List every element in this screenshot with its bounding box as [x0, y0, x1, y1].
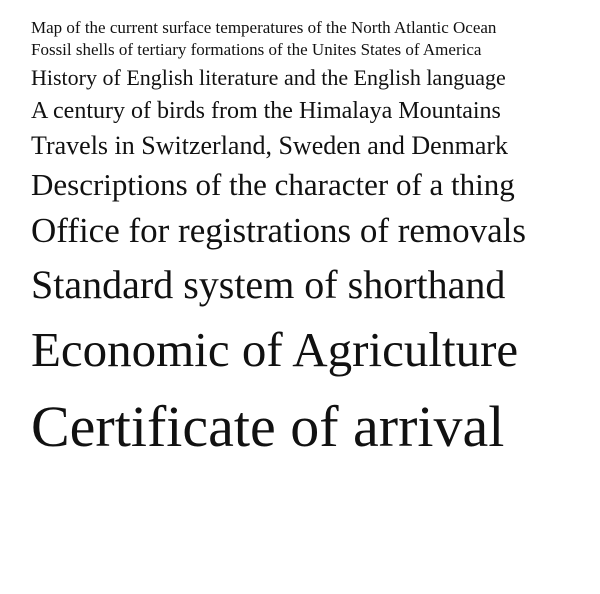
specimen-line: Map of the current surface temperatures … [31, 18, 497, 37]
specimen-line: A century of birds from the Himalaya Mou… [31, 98, 501, 125]
specimen-line: Descriptions of the character of a thing [31, 167, 515, 203]
type-specimen: Map of the current surface temperatures … [31, 18, 569, 461]
specimen-line: History of English literature and the En… [31, 65, 506, 91]
specimen-line: Fossil shells of tertiary formations of … [31, 40, 482, 60]
specimen-line: Travels in Switzerland, Sweden and Denma… [31, 131, 509, 161]
specimen-line: Economic of Agriculture [31, 322, 519, 378]
specimen-line: Standard system of shorthand [31, 261, 506, 307]
specimen-line: Certificate of arrival [31, 393, 505, 459]
specimen-line: Office for registrations of removals [31, 210, 527, 250]
